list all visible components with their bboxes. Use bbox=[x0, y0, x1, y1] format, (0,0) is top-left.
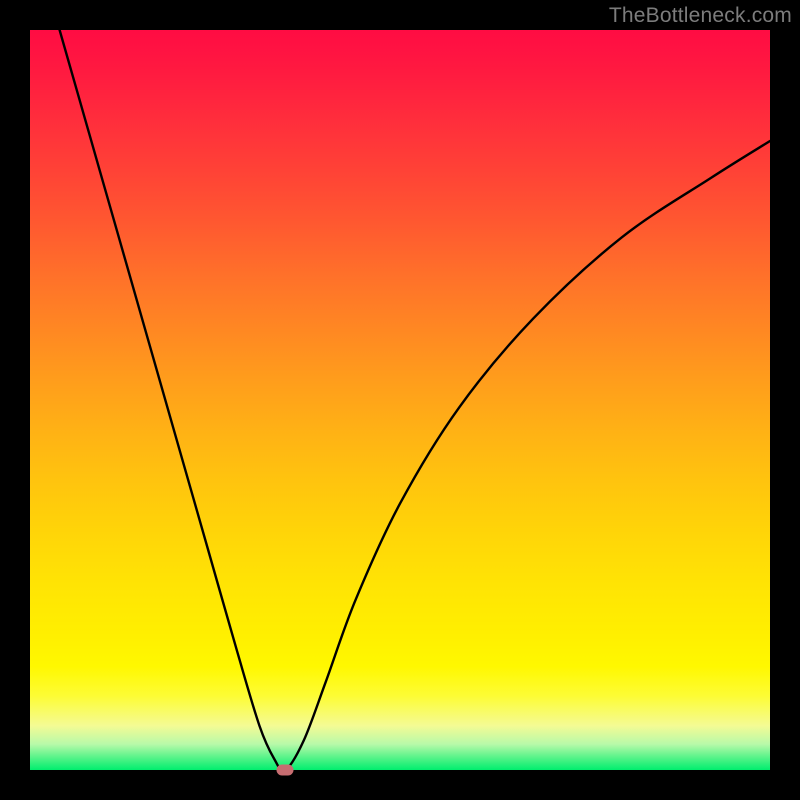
chart-frame: TheBottleneck.com bbox=[0, 0, 800, 800]
watermark-text: TheBottleneck.com bbox=[609, 4, 792, 28]
bottleneck-curve bbox=[30, 30, 770, 770]
optimum-marker bbox=[277, 765, 294, 776]
plot-area bbox=[30, 30, 770, 770]
